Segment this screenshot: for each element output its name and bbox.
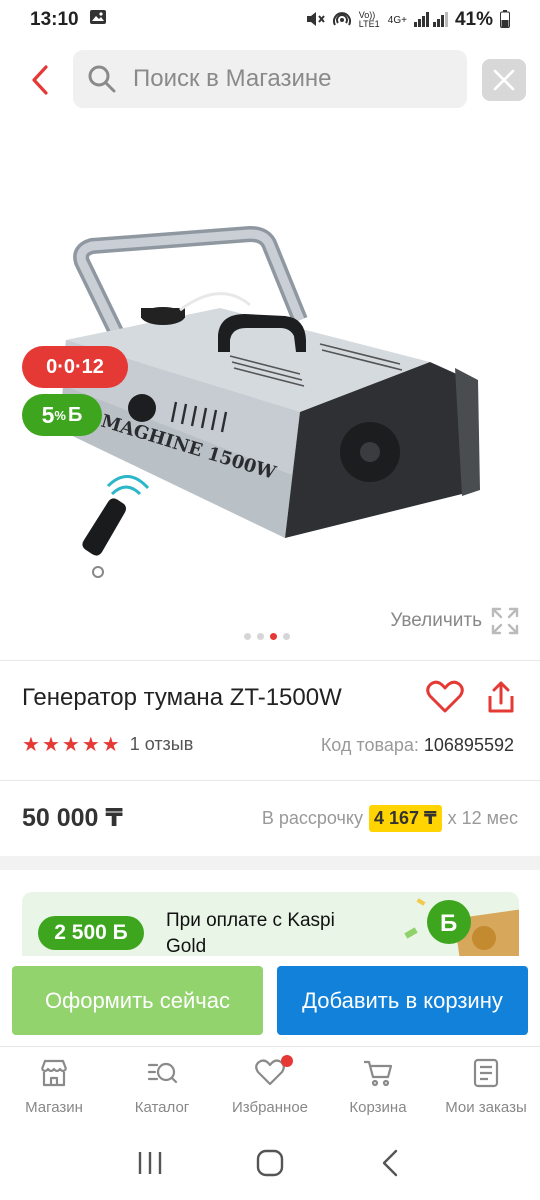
bonus-badge-currency: Б — [67, 403, 83, 426]
nav-item-orders[interactable]: Мои заказы — [432, 1047, 540, 1126]
store-icon — [40, 1059, 68, 1087]
nav-item-favorites[interactable]: Избранное — [216, 1047, 324, 1126]
star-icon: ★ — [41, 733, 60, 756]
buy-now-button[interactable]: Оформить сейчас — [12, 966, 263, 1035]
installment-prefix: В рассрочку — [261, 808, 363, 828]
orders-icon — [473, 1058, 499, 1088]
recent-apps-button[interactable] — [135, 1148, 165, 1178]
network-label: Vo)) LTE1 — [358, 10, 380, 29]
search-input[interactable]: Поиск в Магазине — [73, 50, 467, 108]
product-code-label: Код товара: — [320, 735, 419, 755]
search-placeholder: Поиск в Магазине — [133, 65, 332, 92]
kaspi-gold-card-icon: Б — [404, 898, 519, 956]
zoom-button[interactable]: Увеличить — [390, 606, 520, 636]
nav-item-store[interactable]: Магазин — [0, 1047, 108, 1126]
pagination-dot[interactable] — [283, 633, 290, 640]
star-icon: ★ — [61, 733, 80, 756]
reviews-link[interactable]: 1 отзыв — [130, 734, 194, 755]
section-separator — [0, 856, 540, 870]
promo-bonus-amount: 2 500 Б — [38, 916, 144, 950]
pagination-dot[interactable] — [257, 633, 264, 640]
bonus-badge-unit: % — [54, 407, 66, 423]
expand-icon — [491, 607, 519, 635]
mute-icon — [305, 10, 325, 31]
battery-percent: 41% — [454, 9, 493, 30]
pagination-dot[interactable] — [244, 633, 251, 640]
system-back-button[interactable] — [375, 1148, 405, 1178]
status-time: 13:10 — [30, 9, 79, 30]
back-button[interactable] — [22, 60, 58, 100]
share-button[interactable] — [484, 680, 518, 716]
installment-info: В рассрочку 4 167 ₸ х 12 мес — [262, 805, 518, 832]
home-button[interactable] — [255, 1148, 285, 1178]
installment-amount: 4 167 ₸ — [369, 805, 442, 832]
close-icon — [493, 69, 515, 91]
signal-icon — [413, 11, 448, 30]
close-search-button[interactable] — [482, 59, 526, 101]
divider — [0, 780, 540, 781]
product-title: Генератор тумана ZT-1500W — [22, 684, 342, 711]
battery-icon — [500, 9, 510, 31]
divider — [0, 660, 540, 661]
star-icon: ★ — [81, 733, 100, 756]
chevron-left-icon — [32, 65, 48, 95]
nav-item-cart[interactable]: Корзина — [324, 1047, 432, 1126]
add-to-cart-button[interactable]: Добавить в корзину — [277, 966, 528, 1035]
nav-label: Избранное — [231, 1099, 309, 1116]
favorite-button[interactable] — [426, 680, 464, 716]
bonus-badge: 5% Б — [22, 394, 102, 436]
star-icon: ★ — [101, 733, 120, 756]
svg-text:Б: Б — [440, 910, 457, 937]
share-icon — [488, 681, 514, 713]
nav-label: Корзина — [349, 1099, 407, 1116]
hotspot-icon — [332, 10, 352, 31]
zoom-label: Увеличить — [390, 610, 482, 631]
gallery-pagination — [244, 633, 290, 640]
network-type: 4G+ — [387, 14, 407, 26]
kaspi-gold-promo[interactable]: 2 500 Б При оплате с Kaspi Gold Б — [22, 892, 519, 956]
nav-label: Каталог — [134, 1099, 190, 1116]
promo-text: При оплате с Kaspi Gold — [166, 910, 335, 956]
installment-suffix: х 12 мес — [447, 808, 518, 828]
status-bar: 13:10 Vo)) LTE1 4G+ 41% — [0, 0, 540, 40]
notification-dot — [281, 1055, 293, 1067]
star-icon: ★ — [22, 733, 40, 756]
installment-badge: 0·0·12 — [22, 346, 128, 388]
search-icon — [88, 65, 116, 93]
recent-apps-icon — [138, 1152, 162, 1174]
nav-label: Магазин — [25, 1099, 83, 1116]
pagination-dot-active[interactable] — [270, 633, 277, 640]
home-icon — [256, 1149, 284, 1177]
gallery-notification-icon — [89, 8, 107, 32]
cart-icon — [364, 1060, 393, 1087]
back-icon — [382, 1149, 398, 1177]
product-gallery[interactable]: MAGHINE 1500W 0·0·12 5% Б Увеличить — [0, 130, 540, 660]
bonus-badge-value: 5 — [41, 401, 55, 428]
product-rating[interactable]: ★ ★ ★ ★ ★ 1 отзыв — [22, 734, 193, 755]
heart-icon — [426, 680, 464, 713]
nav-label: Мои заказы — [445, 1099, 527, 1116]
product-code: Код товара: 106895592 — [321, 735, 514, 756]
catalog-search-icon — [147, 1062, 178, 1084]
search-header: Поиск в Магазине — [0, 50, 540, 110]
nav-item-catalog[interactable]: Каталог — [108, 1047, 216, 1126]
bottom-navigation: Магазин Каталог Избранное Корзина Мои за… — [0, 1046, 540, 1126]
system-navigation — [0, 1126, 540, 1200]
product-code-value: 106895592 — [423, 735, 514, 755]
product-price: 50 000 ₸ — [22, 804, 123, 832]
